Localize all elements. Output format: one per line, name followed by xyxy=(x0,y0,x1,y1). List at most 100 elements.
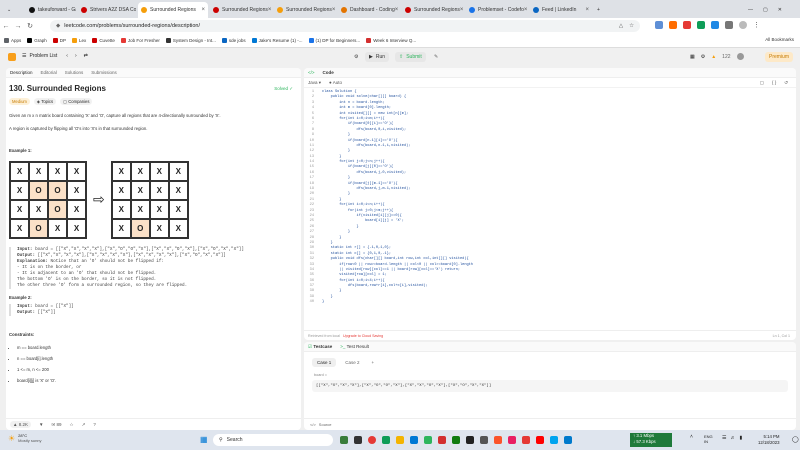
source-label[interactable]: Source xyxy=(319,422,332,427)
code-line[interactable]: } xyxy=(322,300,473,305)
browser-tab[interactable]: Surrounded Regions × xyxy=(138,2,208,18)
add-case-icon[interactable]: + xyxy=(369,358,378,367)
tab-testcase[interactable]: ☑ Testcase xyxy=(308,344,332,350)
code-lines[interactable]: class Solution { public void solve(char[… xyxy=(318,90,473,306)
language-indicator[interactable]: ENG IN xyxy=(704,434,713,444)
new-tab-button[interactable]: + xyxy=(594,2,603,18)
youtube-icon[interactable] xyxy=(536,436,544,444)
close-tab-icon[interactable]: × xyxy=(395,7,399,13)
all-bookmarks[interactable]: All Bookmarks xyxy=(765,37,794,42)
browser-tab[interactable]: Feed | LinkedIn × xyxy=(530,2,592,18)
reset-icon[interactable]: ↺ xyxy=(784,80,788,86)
app-icon[interactable] xyxy=(424,436,432,444)
profile-avatar[interactable] xyxy=(739,21,747,29)
tab-editorial[interactable]: Editorial xyxy=(41,70,57,75)
volume-icon[interactable]: ♬ xyxy=(730,435,735,441)
brave-icon[interactable] xyxy=(494,436,502,444)
edge-icon[interactable] xyxy=(410,436,418,444)
topics-chip[interactable]: ◈ Topics xyxy=(33,98,57,105)
extension-icon[interactable] xyxy=(683,21,691,29)
star-icon[interactable]: ☆ xyxy=(629,23,634,29)
browser-tab[interactable]: Dashboard - Coding × xyxy=(338,2,400,18)
debug-icon[interactable]: ⚙ xyxy=(350,52,362,62)
tray-chevron-icon[interactable]: ˄ xyxy=(690,434,693,440)
share-icon[interactable]: △ xyxy=(619,23,623,29)
app-icon[interactable] xyxy=(354,436,362,444)
tab-description[interactable]: Description xyxy=(10,70,33,75)
xbox-icon[interactable] xyxy=(452,436,460,444)
extension-icon[interactable] xyxy=(697,21,705,29)
like-button[interactable]: ▲ 8.2K xyxy=(10,421,31,428)
share-icon[interactable]: ↗ xyxy=(82,422,86,428)
tab-search-icon[interactable]: ⌄ xyxy=(4,2,14,18)
problem-list-link[interactable]: Problem List xyxy=(29,53,57,59)
bookmark-item[interactable]: Lex xyxy=(72,38,86,43)
bookmark-item[interactable]: Apps xyxy=(4,38,21,43)
reload-icon[interactable]: ↻ xyxy=(24,22,36,30)
companies-chip[interactable]: ▢ Companies xyxy=(60,98,93,105)
bookmark-icon[interactable]: ▢ xyxy=(760,80,764,86)
browser-tab[interactable]: Strivers A2Z DSA Co× xyxy=(78,2,136,18)
folder-icon[interactable] xyxy=(396,436,404,444)
bookmark-item[interactable]: DP xyxy=(52,38,66,43)
next-icon[interactable]: › xyxy=(75,53,77,59)
close-tab-icon[interactable]: × xyxy=(201,7,205,13)
board-input[interactable]: [["X","X","X","X"],["X","O","O","X"],["X… xyxy=(312,380,788,392)
bookmark-item[interactable]: Job For Fresher xyxy=(120,38,160,43)
notification-icon[interactable]: ◯ xyxy=(792,436,799,443)
weather-widget[interactable]: ☀ 28°C Mostly sunny xyxy=(8,433,42,443)
language-select[interactable]: Java ▾ xyxy=(308,80,321,86)
url-input[interactable]: ◆ leetcode.com/problems/surrounded-regio… xyxy=(50,20,640,32)
extension-icon[interactable] xyxy=(655,21,663,29)
prev-icon[interactable]: ‹ xyxy=(66,53,68,59)
close-tab-icon[interactable]: × xyxy=(524,7,528,13)
avatar[interactable] xyxy=(736,53,744,60)
close-window-icon[interactable]: ✕ xyxy=(778,7,782,13)
premium-button[interactable]: Premium xyxy=(765,52,794,62)
layout-icon[interactable]: ▦ xyxy=(690,54,695,60)
shuffle-icon[interactable]: ⇄ xyxy=(84,53,88,59)
leetcode-logo[interactable] xyxy=(8,53,16,61)
clock[interactable]: 5:14 PM 12/18/2023 xyxy=(758,434,780,445)
close-tab-icon[interactable]: × xyxy=(585,7,589,13)
bookmark-item[interactable]: System Design - Int... xyxy=(165,38,216,43)
vscode-icon[interactable] xyxy=(564,436,572,444)
star-icon[interactable]: ☆ xyxy=(70,422,74,428)
format-icon[interactable]: { } xyxy=(772,80,776,85)
case-2-button[interactable]: Case 2 xyxy=(340,358,364,367)
browser-tab[interactable]: Problemset - Codefo × xyxy=(466,2,528,18)
app-icon[interactable] xyxy=(508,436,516,444)
extension-icon[interactable] xyxy=(711,21,719,29)
bookmark-item[interactable]: (1) DP for Beginners... xyxy=(308,38,360,43)
forward-icon[interactable]: → xyxy=(12,23,24,30)
kebab-menu-icon[interactable]: ⋮ xyxy=(753,21,760,29)
code-line[interactable]: public void dfs(char[][] board,int row,i… xyxy=(322,257,473,262)
taskbar-search[interactable]: ⚲ Search xyxy=(213,434,333,446)
comments-button[interactable]: ✉ 89 xyxy=(51,422,61,428)
close-tab-icon[interactable]: × xyxy=(268,7,272,13)
battery-icon[interactable]: ▮ xyxy=(739,435,742,441)
app-icon[interactable] xyxy=(340,436,348,444)
app-icon[interactable] xyxy=(466,436,474,444)
bookmark-item[interactable]: Cuvette xyxy=(92,38,115,43)
app-icon[interactable] xyxy=(480,436,488,444)
close-tab-icon[interactable]: × xyxy=(332,7,336,13)
cloud-saving-link[interactable]: Upgrade to Cloud Saving xyxy=(343,334,383,338)
browser-tab[interactable]: Surrounded Regions × xyxy=(274,2,336,18)
minimize-icon[interactable]: — xyxy=(748,7,753,13)
bookmark-item[interactable]: sde jobs xyxy=(221,38,246,43)
notes-icon[interactable]: ✎ xyxy=(430,52,442,62)
bookmark-item[interactable]: Graph xyxy=(27,38,47,43)
back-icon[interactable]: ← xyxy=(0,23,12,30)
run-button[interactable]: ▶ Run xyxy=(365,52,390,62)
tab-test-result[interactable]: >_ Test Result xyxy=(340,344,369,349)
browser-tab[interactable]: Surrounded Regions × xyxy=(402,2,464,18)
app-icon[interactable] xyxy=(522,436,530,444)
help-icon[interactable]: ? xyxy=(93,422,96,427)
case-1-button[interactable]: Case 1 xyxy=(312,358,337,367)
submit-button[interactable]: ⇧ Submit xyxy=(395,52,426,62)
browser-tab[interactable]: Surrounded Regions × xyxy=(210,2,272,18)
windows-start-icon[interactable]: ▦ xyxy=(200,435,208,444)
app-icon[interactable] xyxy=(438,436,446,444)
tab-submissions[interactable]: Submissions xyxy=(91,70,117,75)
